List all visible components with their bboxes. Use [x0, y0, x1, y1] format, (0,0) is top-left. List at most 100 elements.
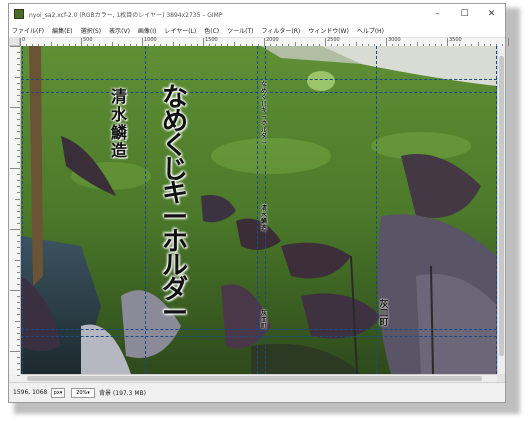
ruler-tick [15, 320, 20, 322]
ruler-tick [17, 344, 20, 346]
ruler-tick [17, 241, 20, 243]
gimp-icon [14, 9, 24, 19]
canvas-name-text: 清水鱗造 [110, 87, 127, 160]
ruler-tick [17, 143, 20, 145]
maximize-button[interactable]: ☐ [451, 4, 478, 24]
status-bar: 1596, 1068 px ▾ 20% ▾ 背景 (197.3 MB) [9, 382, 505, 402]
menu-bar: ファイル(F) 編集(E) 選択(S) 表示(V) 画像(I) レイヤー(L) … [9, 24, 505, 38]
chevron-down-icon: ▾ [87, 389, 90, 396]
ruler-tick [17, 149, 20, 151]
ruler-tick [17, 204, 20, 206]
ruler-label: 1500 [205, 37, 218, 43]
ruler-tick [17, 100, 20, 102]
ruler-label: 2000 [266, 37, 279, 43]
ruler-tick [17, 314, 20, 316]
ruler-tick [17, 326, 20, 328]
guide-line [21, 336, 497, 337]
scrollbar-thumb[interactable] [499, 56, 504, 356]
canvas-side-text: 灰皿町 [379, 300, 389, 328]
guide-line [376, 46, 377, 374]
vertical-ruler[interactable] [9, 46, 21, 377]
ruler-tick [17, 131, 20, 133]
ruler-tick [17, 161, 20, 163]
ruler-tick [10, 290, 20, 291]
ruler-tick [15, 259, 20, 261]
ruler-label: 3500 [449, 37, 462, 43]
guide-line [21, 92, 497, 93]
ruler-tick [17, 302, 20, 304]
vertical-scrollbar[interactable] [497, 46, 505, 374]
ruler-tick [17, 277, 20, 279]
ruler-tick [17, 338, 20, 340]
ruler-tick [10, 46, 20, 47]
ruler-tick [81, 38, 82, 46]
ruler-tick [15, 76, 20, 78]
navigate-corner[interactable] [497, 374, 505, 382]
ruler-tick [15, 137, 20, 139]
ruler-tick [17, 70, 20, 72]
chevron-down-icon: ▾ [59, 389, 63, 396]
ruler-tick [447, 38, 448, 46]
ruler-tick [17, 308, 20, 310]
ruler-tick [17, 222, 20, 224]
ruler-tick [20, 38, 21, 46]
close-button[interactable]: ✕ [478, 4, 505, 24]
ruler-tick [17, 247, 20, 249]
menu-tools[interactable]: ツール(T) [227, 26, 253, 35]
guide-line [21, 79, 497, 80]
ruler-tick [17, 357, 20, 359]
menu-edit[interactable]: 編集(E) [52, 26, 72, 35]
menu-select[interactable]: 選択(S) [81, 26, 102, 35]
canvas-small-text: なめくじキーホルダー [260, 81, 267, 147]
ruler-tick [17, 271, 20, 273]
canvas-main-text: なめくじキーホルダー [161, 83, 188, 329]
ruler-tick [10, 229, 20, 230]
menu-view[interactable]: 表示(V) [109, 26, 130, 35]
horizontal-scrollbar[interactable] [21, 374, 497, 382]
ruler-tick [17, 375, 20, 377]
ruler-tick [17, 235, 20, 237]
ruler-label: 1000 [144, 37, 157, 43]
window-title: nyoi_sa2.xcf-2.0 (RGBカラー, 1枚目のレイヤー) 3894… [29, 11, 223, 19]
ruler-tick [508, 38, 509, 46]
photo [21, 46, 497, 374]
ruler-tick [10, 107, 20, 108]
ruler-label: 500 [83, 37, 93, 43]
ruler-tick [17, 125, 20, 127]
ruler-tick [17, 82, 20, 84]
unit-dropdown[interactable]: px ▾ [51, 387, 65, 398]
scrollbar-thumb[interactable] [27, 376, 482, 381]
minimize-button[interactable]: – [424, 4, 451, 24]
menu-file[interactable]: ファイル(F) [12, 26, 44, 35]
gimp-window: nyoi_sa2.xcf-2.0 (RGBカラー, 1枚目のレイヤー) 3894… [8, 3, 509, 403]
ruler-tick [17, 192, 20, 194]
window-controls: – ☐ ✕ [424, 4, 505, 24]
zoom-dropdown[interactable]: 20% ▾ [71, 387, 95, 398]
ruler-tick [17, 369, 20, 371]
ruler-tick [17, 94, 20, 96]
ruler-tick [17, 58, 20, 60]
menu-layer[interactable]: レイヤー(L) [164, 26, 196, 35]
ruler-tick [17, 253, 20, 255]
image-canvas[interactable]: なめくじキーホルダー 清水鱗造 なめくじキーホルダー 清水鱗造 灰皿町 灰皿町 [21, 46, 497, 374]
ruler-tick [17, 332, 20, 334]
menu-windows[interactable]: ウィンドウ(W) [308, 26, 349, 35]
ruler-corner[interactable] [9, 38, 20, 46]
guide-line [257, 46, 258, 374]
pointer-coordinates: 1596, 1068 [13, 389, 48, 396]
ruler-tick [17, 265, 20, 267]
canvas-small-text: 清水鱗造 [260, 205, 267, 232]
menu-help[interactable]: ヘルプ(H) [357, 26, 384, 35]
menu-filters[interactable]: フィルター(R) [261, 26, 300, 35]
ruler-tick [264, 38, 265, 46]
ruler-tick [17, 210, 20, 212]
ruler-tick [17, 52, 20, 54]
guide-line [21, 329, 497, 330]
canvas-small-text: 灰皿町 [260, 310, 267, 330]
ruler-tick [142, 38, 143, 46]
zoom-value: 20% [76, 389, 88, 396]
ruler-tick [10, 168, 20, 169]
ruler-tick [386, 38, 387, 46]
menu-image[interactable]: 画像(I) [138, 26, 156, 35]
menu-colors[interactable]: 色(C) [204, 26, 219, 35]
